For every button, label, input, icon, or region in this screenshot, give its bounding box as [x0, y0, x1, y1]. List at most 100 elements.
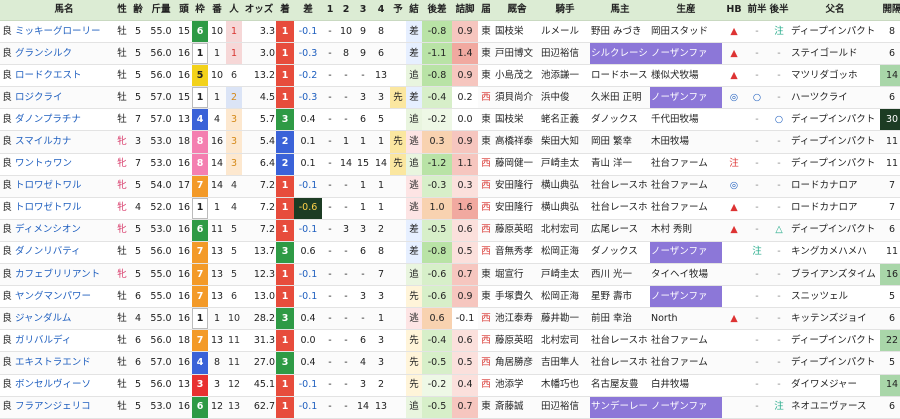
column-header-8[interactable]: 人 — [226, 0, 242, 21]
cell-sire[interactable]: ハーツクライ — [790, 86, 880, 110]
column-header-6[interactable]: 枠 — [192, 0, 208, 21]
cell-name[interactable]: ロジクライ — [14, 86, 114, 110]
column-header-29[interactable]: 開隔 — [880, 0, 900, 21]
table-header-row: 馬名性齢斤量頭枠番人オッズ着差 1 2 3 4 予結後差 詰脚届厩舎 騎手 馬主 生産 HB 前半 後半… — [0, 0, 900, 21]
cell-name[interactable]: ディメンシオン — [14, 219, 114, 242]
column-header-25[interactable]: HB — [722, 0, 746, 21]
column-header-14[interactable]: 3 — [354, 0, 372, 21]
column-header-18[interactable]: 後差 — [422, 0, 452, 21]
column-header-3[interactable]: 齢 — [130, 0, 146, 21]
cell-tsume: 0.6 — [452, 329, 478, 353]
cell-name[interactable]: フラアンジェリコ — [14, 396, 114, 419]
cell-c1: - — [322, 351, 338, 375]
column-header-24[interactable]: 生産 — [650, 0, 722, 21]
cell-wt: 56.0 — [146, 329, 176, 353]
cell-c4: 1 — [372, 175, 390, 198]
cell-sire[interactable]: ディープインパクト — [790, 108, 880, 132]
column-header-12[interactable]: 1 — [322, 0, 338, 21]
cell-sire[interactable]: キングカメハメハ — [790, 241, 880, 265]
column-header-4[interactable]: 斤量 — [146, 0, 176, 21]
cell-sire[interactable]: ディープインパクト — [790, 351, 880, 375]
cell-fin: 1 — [276, 86, 294, 110]
cell-sire[interactable]: スニッツェル — [790, 285, 880, 309]
cell-sire[interactable]: ネオユニヴァース — [790, 396, 880, 419]
column-header-9[interactable]: オッズ — [242, 0, 276, 21]
cell-name[interactable]: ボンセルヴィーソ — [14, 374, 114, 397]
cell-c1: - — [322, 219, 338, 242]
column-header-23[interactable]: 馬主 — [590, 0, 650, 21]
column-header-16[interactable]: 予 — [390, 0, 406, 21]
cell-sire[interactable]: ロードカナロア — [790, 197, 880, 220]
cell-diff: -0.1 — [294, 263, 322, 287]
cell-stable: 池江泰寿 — [494, 307, 540, 331]
column-header-15[interactable]: 4 — [372, 0, 390, 21]
cell-odds: 62.7 — [242, 396, 276, 419]
cell-name[interactable]: ジャンダルム — [14, 307, 114, 331]
cell-front: - — [746, 396, 768, 419]
cell-sex: 牝 — [114, 197, 130, 220]
cell-name[interactable]: トロワゼトワル — [14, 175, 114, 198]
cell-age: 5 — [130, 42, 146, 66]
cell-sire[interactable]: ステイゴールド — [790, 42, 880, 66]
cell-sire[interactable]: ディープインパクト — [790, 153, 880, 176]
cell-sire[interactable]: キッテンズジョイ — [790, 307, 880, 331]
column-header-5[interactable]: 頭 — [176, 0, 192, 21]
column-header-2[interactable]: 性 — [114, 0, 130, 21]
column-header-7[interactable]: 番 — [208, 0, 226, 21]
cell-odds: 13.0 — [242, 285, 276, 309]
column-header-1[interactable]: 馬名 — [14, 0, 114, 21]
column-header-27[interactable]: 後半 — [768, 0, 790, 21]
cell-tsume: 0.3 — [452, 175, 478, 198]
cell-heads: 17 — [176, 175, 192, 198]
cell-name[interactable]: カフェブリリアント — [14, 263, 114, 287]
cell-jockey: 北村宏司 — [540, 329, 590, 353]
cell-name[interactable]: グランシルク — [14, 42, 114, 66]
cell-owner: 社台レースホ — [590, 329, 650, 353]
cell-pop: 4 — [226, 175, 242, 198]
cell-name[interactable]: ワントゥワン — [14, 153, 114, 176]
cell-wt: 52.0 — [146, 197, 176, 220]
cell-breeder: 社台ファーム — [650, 329, 722, 353]
column-header-21[interactable]: 厩舎 — [494, 0, 540, 21]
cell-name[interactable]: ロードクエスト — [14, 64, 114, 88]
cell-name[interactable]: ヤングマンパワー — [14, 285, 114, 309]
cell-name[interactable]: エキストラエンド — [14, 351, 114, 375]
cell-name[interactable]: ガリバルディ — [14, 329, 114, 353]
cell-sire[interactable]: ディープインパクト — [790, 20, 880, 44]
cell-name[interactable]: トロワゼトワル — [14, 197, 114, 220]
column-header-19[interactable]: 詰脚 — [452, 0, 478, 21]
cell-sire[interactable]: マツリダゴッホ — [790, 64, 880, 88]
cell-c4: 5 — [372, 108, 390, 132]
cell-sire[interactable]: ブライアンズタイム — [790, 263, 880, 287]
cell-tsume: 0.9 — [452, 64, 478, 88]
cell-yo — [390, 42, 406, 66]
cell-heads: 16 — [176, 197, 192, 220]
cell-heads: 15 — [176, 20, 192, 44]
cell-back: - — [768, 175, 790, 198]
cell-wt: 53.0 — [146, 153, 176, 176]
cell-todoke: 西 — [478, 307, 494, 331]
column-header-11[interactable]: 差 — [294, 0, 322, 21]
column-header-20[interactable]: 届 — [478, 0, 494, 21]
column-header-17[interactable]: 結 — [406, 0, 422, 21]
cell-sire[interactable]: ディープインパクト — [790, 329, 880, 353]
cell-name[interactable]: ミッキーグローリー — [14, 20, 114, 44]
cell-gap: 11 — [880, 241, 900, 265]
cell-c1: - — [322, 396, 338, 419]
cell-name[interactable]: スマイルカナ — [14, 130, 114, 154]
cell-sex: 牡 — [114, 20, 130, 44]
cell-name[interactable]: ダノンリバティ — [14, 241, 114, 265]
column-header-28[interactable]: 父名 — [790, 0, 880, 21]
column-header-26[interactable]: 前半 — [746, 0, 768, 21]
cell-sire[interactable]: ディープインパクト — [790, 130, 880, 154]
column-header-10[interactable]: 着 — [276, 0, 294, 21]
column-header-0[interactable] — [0, 0, 14, 21]
column-header-13[interactable]: 2 — [338, 0, 354, 21]
cell-sire[interactable]: ロードカナロア — [790, 175, 880, 198]
cell-hb: ◎ — [722, 86, 746, 110]
cell-sire[interactable]: ダイワメジャー — [790, 374, 880, 397]
cell-name[interactable]: ダノンプラチナ — [14, 108, 114, 132]
cell-sire[interactable]: ディープインパクト — [790, 219, 880, 242]
column-header-22[interactable]: 騎手 — [540, 0, 590, 21]
cell-c2: - — [338, 197, 354, 220]
